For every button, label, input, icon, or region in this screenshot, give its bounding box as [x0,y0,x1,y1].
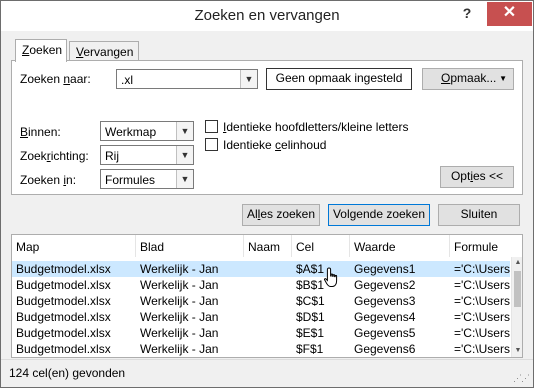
look-in-label: Zoeken in: [20,173,77,187]
find-all-button[interactable]: Alles zoeken [242,204,320,226]
find-replace-dialog: Zoeken en vervangen ? ✕ Zoeken Vervangen… [0,0,534,388]
cell-waarde: Gegevens4 [354,310,416,324]
cell-waarde: Gegevens2 [354,278,416,292]
table-row[interactable]: Budgetmodel.xlsx Werkelijk - Jan $A$1 Gegev… [12,261,510,277]
chevron-down-icon[interactable]: ▼ [176,170,193,188]
cell-blad: Werkelijk - Jan [140,262,219,276]
column-header-formule[interactable]: Formule [450,235,512,257]
match-case-checkbox[interactable] [205,120,218,133]
cell-blad: Werkelijk - Jan [140,310,219,324]
cell-blad: Werkelijk - Jan [140,326,219,340]
cell-formule: ='C:\Users\... [454,326,510,340]
cell-blad: Werkelijk - Jan [140,278,219,292]
find-next-button[interactable]: Volgende zoeken [328,204,430,226]
hand-cursor-icon [323,267,338,287]
find-what-value: .xl [121,73,133,87]
chevron-down-icon[interactable]: ▼ [176,146,193,164]
column-header-blad[interactable]: Blad [136,235,244,257]
cell-waarde: Gegevens3 [354,294,416,308]
cell-map: Budgetmodel.xlsx [16,342,111,356]
table-row[interactable]: Budgetmodel.xlsx Werkelijk - Jan $C$1 Gegev… [12,293,510,309]
column-header-cel[interactable]: Cel [292,235,350,257]
tab-vervangen[interactable]: Vervangen [69,41,139,61]
within-label: Binnen: [20,125,61,139]
status-bar: 124 cel(en) gevonden ⋰⋰ [1,359,533,387]
cell-cel: $E$1 [296,326,325,340]
match-entire-cell-label[interactable]: Identieke celinhoud [223,138,326,152]
search-direction-label: Zoekrichting: [20,149,89,163]
cell-map: Budgetmodel.xlsx [16,326,111,340]
cell-blad: Werkelijk - Jan [140,342,219,356]
results-list[interactable]: Map Blad Naam Cel Waarde Formule Budgetm… [11,234,523,358]
table-row[interactable]: Budgetmodel.xlsx Werkelijk - Jan $D$1 Gegev… [12,309,510,325]
table-row[interactable]: Budgetmodel.xlsx Werkelijk - Jan $F$1 Gegev… [12,341,510,357]
cell-map: Budgetmodel.xlsx [16,262,111,276]
scroll-down-icon[interactable]: ▼ [512,345,522,357]
format-button[interactable]: Opmaak... ▼ [422,68,514,90]
within-select[interactable]: Werkmap ▼ [100,121,194,141]
cell-waarde: Gegevens1 [354,262,416,276]
scroll-thumb[interactable] [514,271,521,307]
cell-formule: ='C:\Users\... [454,310,510,324]
match-entire-cell-checkbox[interactable] [205,138,218,151]
dialog-title: Zoeken en vervangen [194,7,340,24]
cell-cel: $C$1 [296,294,325,308]
cell-map: Budgetmodel.xlsx [16,310,111,324]
cell-map: Budgetmodel.xlsx [16,278,111,292]
tab-zoeken[interactable]: Zoeken [15,39,67,62]
column-header-waarde[interactable]: Waarde [350,235,450,257]
cell-cel: $D$1 [296,310,325,324]
format-preview: Geen opmaak ingesteld [266,68,412,90]
close-button[interactable]: Sluiten [438,204,520,226]
look-in-select[interactable]: Formules ▼ [100,169,194,189]
resize-grip-icon[interactable]: ⋰⋰ [513,373,530,384]
cell-waarde: Gegevens5 [354,326,416,340]
chevron-down-icon[interactable]: ▼ [176,122,193,140]
help-button[interactable]: ? [457,5,477,25]
cell-formule: ='C:\Users\... [454,342,510,356]
column-header-naam[interactable]: Naam [244,235,292,257]
vertical-scrollbar[interactable]: ▲ ▼ [511,257,522,357]
cell-map: Budgetmodel.xlsx [16,294,111,308]
column-header-map[interactable]: Map [12,235,136,257]
cell-formule: ='C:\Users\... [454,278,510,292]
cell-cel: $F$1 [296,342,324,356]
search-options-panel: Zoeken naar: .xl ▼ Geen opmaak ingesteld… [11,60,523,195]
cell-blad: Werkelijk - Jan [140,294,219,308]
close-icon: ✕ [502,4,517,21]
match-case-label[interactable]: Identieke hoofdletters/kleine letters [223,120,408,134]
cell-waarde: Gegevens6 [354,342,416,356]
find-what-label: Zoeken naar: [20,72,91,86]
chevron-down-icon[interactable]: ▼ [240,70,257,88]
table-row[interactable]: Budgetmodel.xlsx Werkelijk - Jan $E$1 Gegev… [12,325,510,341]
cell-formule: ='C:\Users\... [454,262,510,276]
results-count: 124 cel(en) gevonden [9,366,126,380]
close-window-button[interactable]: ✕ [487,2,532,26]
scroll-up-icon[interactable]: ▲ [512,257,522,269]
chevron-down-icon: ▼ [499,74,507,83]
title-bar[interactable]: Zoeken en vervangen ? ✕ [1,1,533,31]
search-direction-select[interactable]: Rij ▼ [100,145,194,165]
options-toggle-button[interactable]: Opties << [440,166,514,188]
cell-formule: ='C:\Users\... [454,294,510,308]
table-row[interactable]: Budgetmodel.xlsx Werkelijk - Jan $B$1 Gegev… [12,277,510,293]
find-what-input[interactable]: .xl ▼ [116,69,258,89]
